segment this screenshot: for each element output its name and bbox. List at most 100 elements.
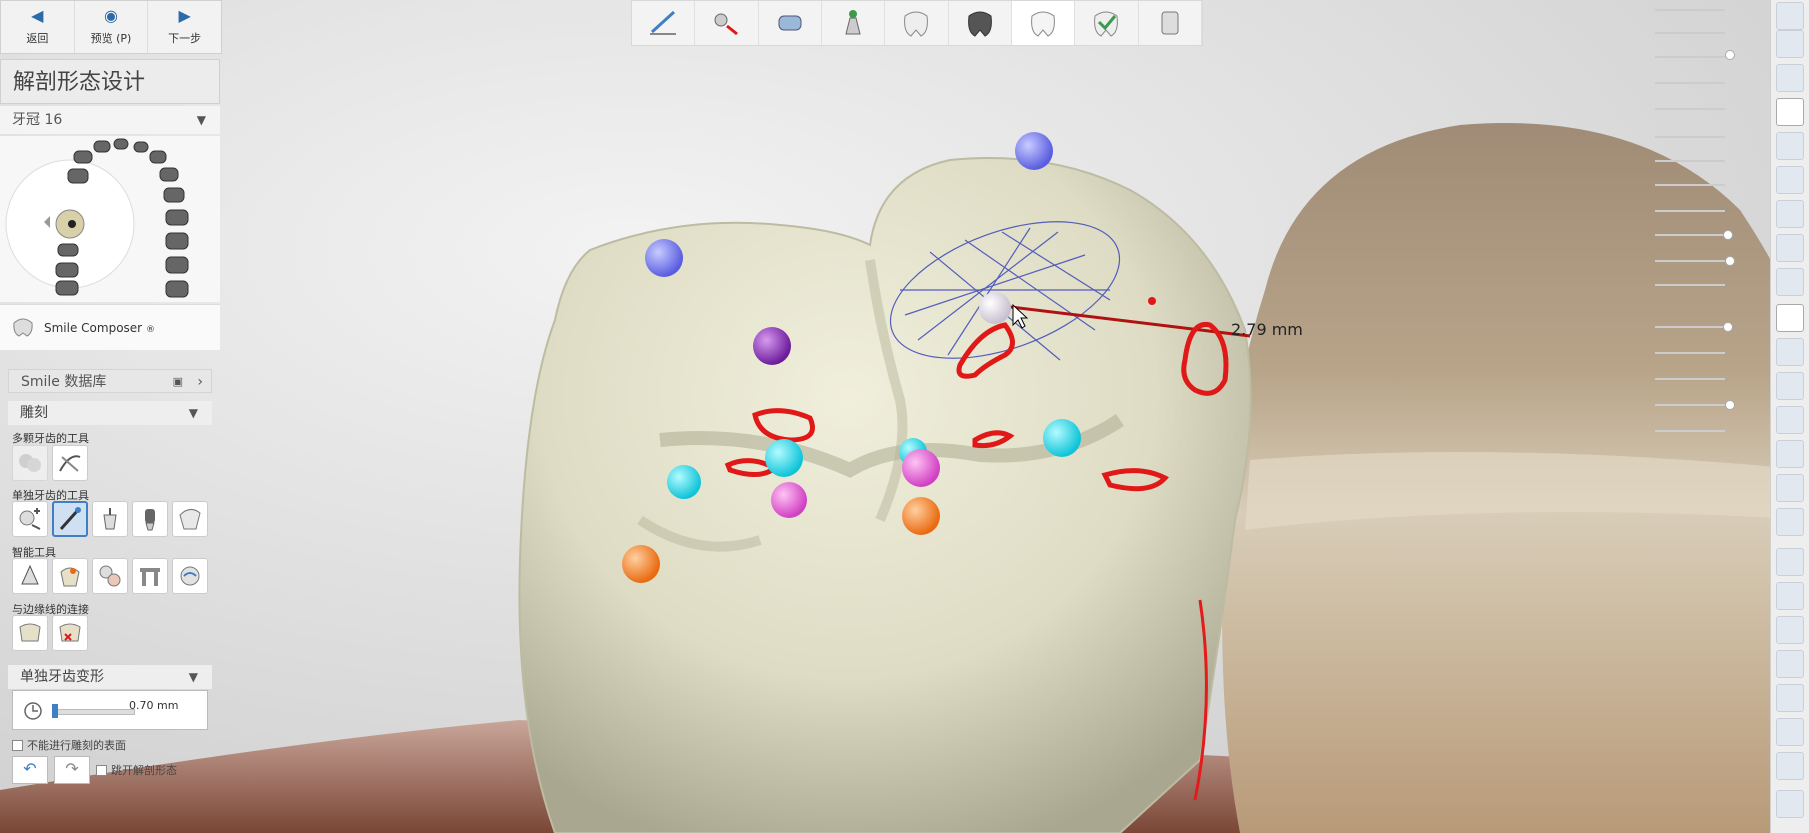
occlusion-tool[interactable] bbox=[52, 558, 88, 594]
deform-slider-box: 0.70 mm bbox=[12, 690, 208, 730]
undo-redo-row: ↶ ↷ 跳开解剖形态 bbox=[12, 756, 177, 784]
frame-icon[interactable] bbox=[1776, 440, 1804, 468]
contact-adjust-tool[interactable] bbox=[12, 558, 48, 594]
redo-button[interactable]: ↷ bbox=[54, 756, 90, 784]
slider-thumb[interactable] bbox=[1725, 50, 1735, 60]
multi-tooth-tools bbox=[12, 445, 88, 481]
anatomy-step-icon[interactable] bbox=[1011, 1, 1076, 45]
visibility-slider[interactable] bbox=[1655, 284, 1725, 286]
undo-button[interactable]: ↶ bbox=[12, 756, 48, 784]
smile-library-header[interactable]: Smile 数据库 ▣ › bbox=[8, 369, 212, 393]
add-material-tool[interactable] bbox=[92, 501, 128, 537]
visibility-slider[interactable] bbox=[1655, 9, 1725, 11]
single-tooth-tools bbox=[12, 501, 208, 537]
shade-icon[interactable] bbox=[1776, 268, 1804, 296]
dark-tooth-step-icon[interactable] bbox=[949, 1, 1012, 45]
measure-icon[interactable] bbox=[1776, 752, 1804, 780]
right-toolbar bbox=[1770, 0, 1809, 833]
slider-thumb[interactable] bbox=[1723, 230, 1733, 240]
insertion-step-icon[interactable] bbox=[695, 1, 759, 45]
eye-icon: ◉ bbox=[104, 6, 118, 25]
back-button[interactable]: ◀ 返回 bbox=[1, 1, 75, 53]
checkbox[interactable] bbox=[12, 739, 23, 751]
slider-thumb[interactable] bbox=[1725, 256, 1735, 266]
visibility-slider[interactable] bbox=[1655, 404, 1725, 406]
minimize-icon[interactable] bbox=[1776, 338, 1804, 366]
visibility-slider[interactable] bbox=[1655, 234, 1725, 236]
face-icon[interactable] bbox=[1776, 508, 1804, 536]
articulator-icon[interactable] bbox=[1776, 790, 1804, 818]
visibility-slider[interactable] bbox=[1655, 56, 1725, 58]
camera-icon[interactable] bbox=[1776, 616, 1804, 644]
visibility-slider[interactable] bbox=[1655, 326, 1725, 328]
finish-step-icon[interactable] bbox=[1075, 1, 1139, 45]
warning-icon[interactable] bbox=[1776, 548, 1804, 576]
no-intersect-option[interactable]: 不能进行雕刻的表面 bbox=[12, 737, 126, 753]
visibility-slider[interactable] bbox=[1655, 136, 1725, 138]
smooth-tool[interactable] bbox=[172, 501, 208, 537]
cement-gap-step-icon[interactable] bbox=[759, 1, 822, 45]
implant-icon[interactable] bbox=[1776, 406, 1804, 434]
deform-slider-thumb[interactable] bbox=[52, 704, 58, 718]
fissure-tool[interactable] bbox=[172, 558, 208, 594]
page-title: 解剖形态设计 bbox=[0, 59, 220, 104]
close-icon[interactable] bbox=[1776, 2, 1804, 30]
visibility-slider[interactable] bbox=[1655, 32, 1725, 34]
rotate-view-icon[interactable] bbox=[1776, 64, 1804, 92]
tooth-icon[interactable] bbox=[1776, 372, 1804, 400]
margin-connect-tool[interactable] bbox=[12, 615, 48, 651]
visibility-slider[interactable] bbox=[1655, 260, 1725, 262]
smile-composer-panel[interactable]: Smile Composer ® bbox=[0, 304, 220, 350]
margin-connect-tools bbox=[12, 615, 88, 651]
pencil-icon[interactable] bbox=[1776, 304, 1804, 332]
visibility-slider[interactable] bbox=[1655, 82, 1725, 84]
deform-slider-track[interactable] bbox=[52, 704, 135, 718]
visibility-slider[interactable] bbox=[1655, 184, 1725, 186]
multi-tooth-move-tool[interactable] bbox=[12, 445, 48, 481]
sculpt-brush-tool[interactable] bbox=[52, 501, 88, 537]
tooth-chart[interactable] bbox=[0, 136, 220, 302]
fullscreen-icon[interactable] bbox=[1776, 30, 1804, 58]
next-button[interactable]: ▶ 下一步 bbox=[148, 1, 221, 53]
checkbox[interactable] bbox=[96, 764, 107, 776]
margin-step-icon[interactable] bbox=[632, 1, 696, 45]
carve-section-header[interactable]: 雕刻 ▼ bbox=[8, 401, 212, 425]
wizard-nav: ◀ 返回 ◉ 预览 (P) ▶ 下一步 bbox=[0, 0, 222, 54]
cube-icon[interactable] bbox=[1776, 684, 1804, 712]
view-mode-icon[interactable] bbox=[1776, 98, 1804, 126]
slider-thumb[interactable] bbox=[1725, 400, 1735, 410]
slider-thumb[interactable] bbox=[1723, 322, 1733, 332]
box-icon[interactable] bbox=[1776, 582, 1804, 610]
deform-section-header[interactable]: 单独牙齿变形 ▼ bbox=[8, 665, 212, 689]
copy-icon[interactable] bbox=[1776, 166, 1804, 194]
media-icon[interactable]: ▣ bbox=[173, 370, 183, 394]
keep-anatomy-option[interactable]: 跳开解剖形态 bbox=[96, 762, 177, 778]
multi-tooth-curve-tool[interactable] bbox=[52, 445, 88, 481]
visibility-slider[interactable] bbox=[1655, 108, 1725, 110]
layer-icon[interactable] bbox=[1776, 132, 1804, 160]
scan-icon[interactable] bbox=[1776, 474, 1804, 502]
smart-tools bbox=[12, 558, 208, 594]
chevron-right-icon[interactable]: › bbox=[197, 370, 203, 394]
tooth-shape-step-icon[interactable] bbox=[885, 1, 949, 45]
visibility-slider[interactable] bbox=[1655, 210, 1725, 212]
wax-knife-tool[interactable] bbox=[132, 501, 168, 537]
margin-disconnect-tool[interactable] bbox=[52, 615, 88, 651]
preview-button[interactable]: ◉ 预览 (P) bbox=[75, 1, 149, 53]
tooth-transform-tool[interactable] bbox=[12, 501, 48, 537]
measurement-label: 2.79 mm bbox=[1231, 320, 1303, 339]
3d-viewport[interactable] bbox=[0, 0, 1809, 833]
sphere-icon[interactable] bbox=[1776, 650, 1804, 678]
crown-selector[interactable]: 牙冠 16 ▼ bbox=[0, 106, 220, 134]
post-step-icon[interactable] bbox=[822, 1, 886, 45]
visibility-slider[interactable] bbox=[1655, 352, 1725, 354]
visibility-slider[interactable] bbox=[1655, 378, 1725, 380]
model-view-icon[interactable] bbox=[1776, 234, 1804, 262]
visibility-slider[interactable] bbox=[1655, 160, 1725, 162]
bridge-connector-tool[interactable] bbox=[132, 558, 168, 594]
cusp-tool[interactable] bbox=[92, 558, 128, 594]
export-step-icon[interactable] bbox=[1139, 1, 1202, 45]
visibility-slider[interactable] bbox=[1655, 430, 1725, 432]
align-icon[interactable] bbox=[1776, 718, 1804, 746]
paste-icon[interactable] bbox=[1776, 200, 1804, 228]
